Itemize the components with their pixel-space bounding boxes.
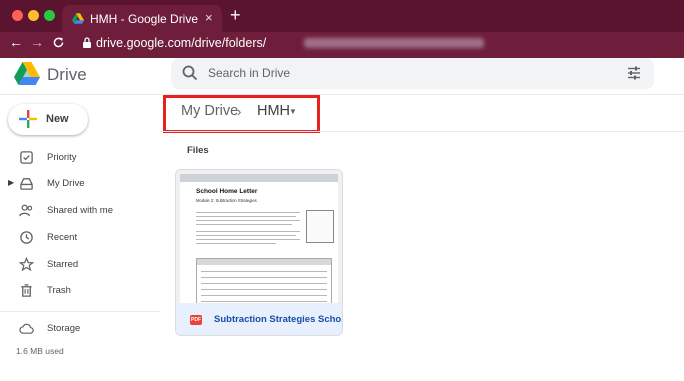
- thumbnail-subtitle: Module 2: Subtraction Strategies: [196, 198, 257, 203]
- drive-header: Drive Search in Drive: [0, 58, 684, 94]
- new-button[interactable]: New: [8, 104, 88, 135]
- expand-arrow-icon[interactable]: ▶: [8, 178, 14, 187]
- drive-favicon-icon: [72, 13, 84, 24]
- thumbnail-title: School Home Letter: [196, 188, 258, 195]
- thumbnail-text-line: [196, 235, 296, 236]
- breadcrumb-current-folder[interactable]: HMH: [257, 103, 290, 119]
- breadcrumb-separator-icon: ›: [237, 104, 242, 119]
- files-section-heading: Files: [187, 145, 209, 156]
- thumbnail-table-row: [201, 289, 327, 290]
- clock-icon: [20, 231, 33, 244]
- sidebar-item-label: Priority: [47, 152, 77, 163]
- tab-close-icon[interactable]: ×: [205, 10, 213, 25]
- app-name: Drive: [47, 65, 87, 84]
- sidebar-item-recent[interactable]: Recent: [0, 228, 160, 248]
- thumbnail-table-row: [201, 271, 327, 272]
- thumbnail-table: [196, 258, 332, 308]
- thumbnail-text-line: [196, 224, 292, 225]
- drive-logo-icon[interactable]: [14, 62, 40, 85]
- sidebar-item-label: Recent: [47, 232, 78, 243]
- my-drive-icon: [20, 178, 33, 190]
- minimize-window-button[interactable]: [28, 10, 39, 21]
- sidebar-divider: [0, 311, 160, 312]
- sidebar-item-label: Shared with me: [47, 205, 114, 216]
- sidebar-item-starred[interactable]: Starred: [0, 255, 160, 275]
- thumbnail-text-line: [196, 239, 300, 240]
- sidebar-item-label: Storage: [47, 323, 81, 334]
- plus-icon: [19, 110, 37, 128]
- reload-icon[interactable]: [52, 36, 65, 49]
- tab-strip: HMH - Google Drive × +: [0, 0, 684, 32]
- sidebar-item-my-drive[interactable]: ▶ My Drive: [0, 174, 160, 194]
- sidebar-item-trash[interactable]: Trash: [0, 281, 160, 301]
- url-text: drive.google.com/drive/folders/: [96, 36, 267, 50]
- thumbnail-table-row: [201, 295, 327, 296]
- thumbnail-table-header: [197, 259, 331, 265]
- priority-icon: [20, 151, 33, 164]
- file-thumbnail: School Home Letter Module 2: Subtraction…: [176, 170, 342, 308]
- thumbnail-table-row: [201, 301, 327, 302]
- browser-chrome: HMH - Google Drive × + ← → drive.google.…: [0, 0, 684, 58]
- thumbnail-vocabulary-box: [306, 210, 334, 243]
- search-input[interactable]: Search in Drive: [208, 66, 290, 80]
- address-bar[interactable]: drive.google.com/drive/folders/: [70, 33, 678, 53]
- close-window-button[interactable]: [12, 10, 23, 21]
- thumbnail-page: School Home Letter Module 2: Subtraction…: [180, 174, 338, 308]
- sidebar-item-label: Starred: [47, 259, 79, 270]
- shared-icon: [19, 204, 33, 217]
- browser-tab[interactable]: HMH - Google Drive ×: [62, 5, 222, 32]
- storage-used-text: 1.6 MB used: [16, 346, 64, 356]
- url-redacted-segment: [304, 38, 484, 48]
- new-tab-button[interactable]: +: [230, 6, 241, 24]
- maximize-window-button[interactable]: [44, 10, 55, 21]
- star-icon: [19, 257, 34, 272]
- file-name[interactable]: Subtraction Strategies Scho...: [214, 314, 342, 325]
- pdf-file-icon: PDF: [190, 315, 202, 325]
- thumbnail-table-row: [201, 277, 327, 278]
- thumbnail-text-line: [196, 243, 276, 244]
- folder-menu-dropdown-icon[interactable]: ▼: [289, 107, 297, 116]
- tab-title: HMH - Google Drive: [90, 12, 199, 26]
- cloud-icon: [19, 323, 34, 334]
- trash-icon: [21, 284, 32, 297]
- back-button[interactable]: ←: [9, 34, 23, 50]
- lock-icon: [83, 37, 91, 48]
- main-divider: [160, 131, 684, 132]
- sidebar-item-storage[interactable]: Storage: [0, 319, 160, 339]
- sidebar-item-priority[interactable]: Priority: [0, 148, 160, 168]
- forward-button[interactable]: →: [30, 34, 44, 50]
- sidebar-item-label: Trash: [47, 285, 71, 296]
- search-icon[interactable]: [181, 64, 199, 82]
- file-card-footer[interactable]: PDF Subtraction Strategies Scho...: [176, 303, 342, 335]
- thumbnail-text-line: [196, 216, 296, 217]
- thumbnail-table-row: [201, 283, 327, 284]
- file-card[interactable]: School Home Letter Module 2: Subtraction…: [175, 169, 343, 336]
- thumbnail-text-line: [196, 212, 300, 213]
- header-divider: [0, 94, 684, 95]
- search-bar[interactable]: Search in Drive: [171, 58, 654, 89]
- new-button-label: New: [46, 113, 69, 125]
- thumbnail-text-line: [196, 231, 300, 232]
- sidebar-item-shared-with-me[interactable]: Shared with me: [0, 201, 160, 221]
- breadcrumb-my-drive[interactable]: My Drive: [181, 103, 238, 119]
- thumbnail-text-line: [196, 220, 300, 221]
- sidebar-item-label: My Drive: [47, 178, 85, 189]
- search-options-icon[interactable]: [626, 65, 642, 81]
